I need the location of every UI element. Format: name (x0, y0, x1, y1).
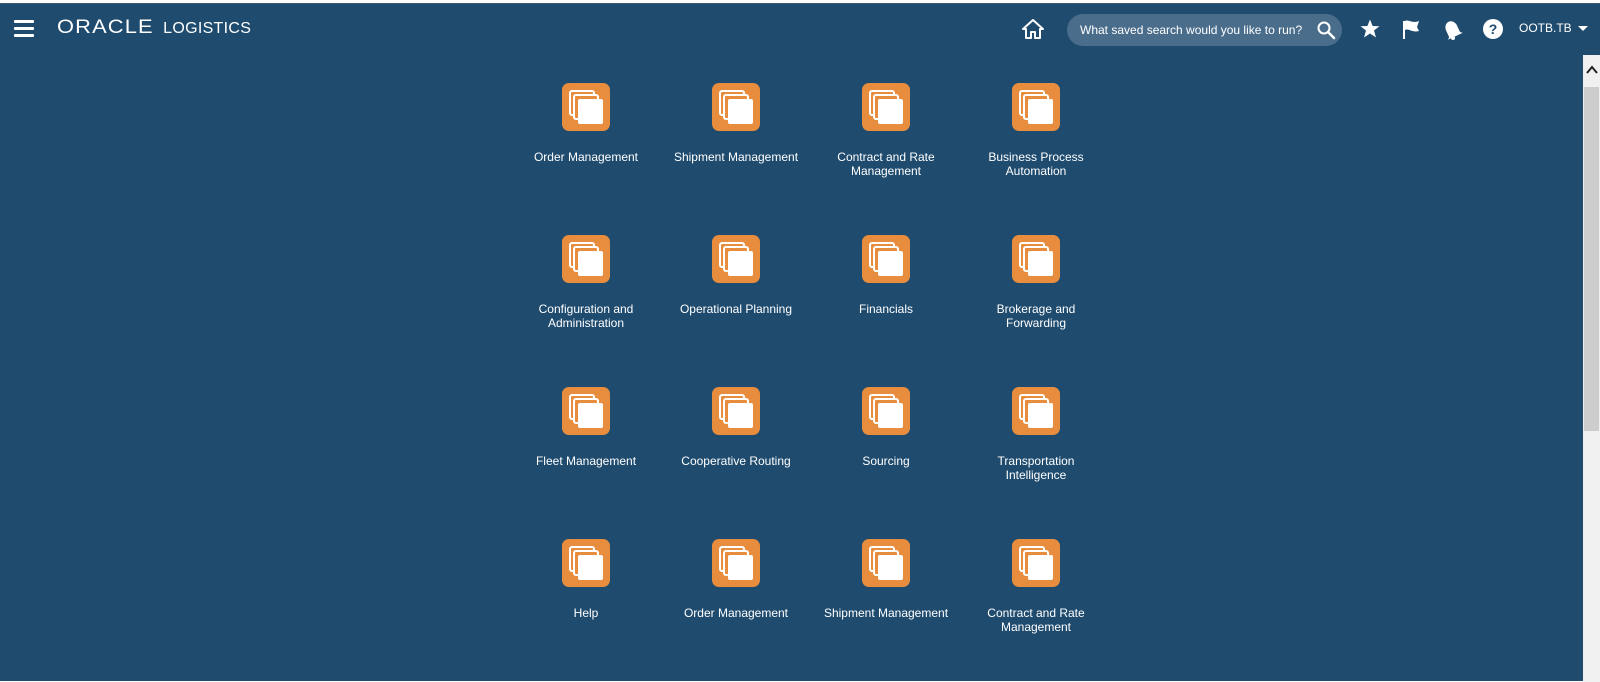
folder-stack-icon (562, 387, 610, 435)
tile-label: Sourcing (862, 454, 910, 468)
user-name: OOTB.TB (1519, 21, 1572, 35)
tile-label: Business Process Automation (988, 150, 1084, 178)
folder-stack-icon (1012, 83, 1060, 131)
nav-tile[interactable]: Fleet Management (521, 387, 651, 468)
tile-label: Operational Planning (679, 302, 793, 316)
global-header: ORACLE LOGISTICS What saved search would… (0, 4, 1600, 54)
folder-stack-icon (562, 83, 610, 131)
nav-tile[interactable]: Contract and Rate Management (971, 539, 1101, 634)
folder-stack-icon (712, 235, 760, 283)
svg-text:?: ? (1489, 21, 1498, 37)
nav-tile[interactable]: Shipment Management (821, 539, 951, 620)
oracle-logo: ORACLE (57, 17, 154, 38)
tile-label: Contract and Rate Management (987, 606, 1085, 634)
folder-stack-icon (1012, 539, 1060, 587)
brand: ORACLE LOGISTICS (57, 17, 251, 39)
vertical-scrollbar[interactable] (1583, 55, 1600, 682)
menu-icon[interactable] (14, 20, 34, 37)
nav-tile[interactable]: Business Process Automation (971, 83, 1101, 178)
search-icon[interactable] (1316, 20, 1336, 40)
tile-label: Brokerage and Forwarding (996, 302, 1076, 330)
nav-tile[interactable]: Brokerage and Forwarding (971, 235, 1101, 330)
nav-tile[interactable]: Operational Planning (671, 235, 801, 316)
tile-label: Financials (858, 302, 914, 316)
folder-stack-icon (562, 539, 610, 587)
tile-label: Order Management (533, 150, 639, 164)
nav-tile[interactable]: Order Management (521, 83, 651, 164)
app-window: ORACLE LOGISTICS What saved search would… (0, 3, 1600, 682)
folder-stack-icon (862, 539, 910, 587)
saved-search-field (1067, 14, 1342, 46)
folder-stack-icon (862, 83, 910, 131)
help-icon[interactable]: ? (1482, 18, 1504, 40)
folder-stack-icon (712, 83, 760, 131)
folder-stack-icon (862, 387, 910, 435)
tile-label: Transportation Intelligence (997, 454, 1075, 482)
nav-tile[interactable]: Financials (821, 235, 951, 316)
folder-stack-icon (712, 387, 760, 435)
chevron-down-icon (1577, 25, 1588, 31)
nav-tile[interactable]: Transportation Intelligence (971, 387, 1101, 482)
flag-icon[interactable] (1400, 18, 1422, 40)
folder-stack-icon (1012, 235, 1060, 283)
folder-stack-icon (712, 539, 760, 587)
tile-label: Contract and Rate Management (837, 150, 935, 178)
saved-search-input[interactable] (1067, 14, 1307, 46)
home-icon[interactable] (1022, 18, 1044, 40)
tile-label: Cooperative Routing (681, 454, 791, 468)
scrollbar-thumb[interactable] (1584, 87, 1599, 431)
scroll-up-icon[interactable] (1583, 55, 1600, 85)
nav-tile[interactable]: Sourcing (821, 387, 951, 468)
nav-tile[interactable]: Order Management (671, 539, 801, 620)
nav-tile[interactable]: Help (521, 539, 651, 620)
folder-stack-icon (1012, 387, 1060, 435)
folder-stack-icon (862, 235, 910, 283)
product-name: LOGISTICS (163, 20, 252, 37)
tile-label: Configuration and Administration (538, 302, 634, 330)
bell-icon[interactable] (1441, 18, 1463, 40)
tile-label: Help (573, 606, 599, 620)
tile-label: Shipment Management (823, 606, 949, 620)
tile-label: Shipment Management (673, 150, 799, 164)
folder-stack-icon (562, 235, 610, 283)
star-icon[interactable] (1359, 18, 1381, 40)
user-menu[interactable]: OOTB.TB (1519, 21, 1588, 35)
nav-tile[interactable]: Configuration and Administration (521, 235, 651, 330)
tile-label: Fleet Management (535, 454, 637, 468)
tile-label: Order Management (683, 606, 789, 620)
nav-tile[interactable]: Contract and Rate Management (821, 83, 951, 178)
nav-tile[interactable]: Cooperative Routing (671, 387, 801, 468)
nav-tile[interactable]: Shipment Management (671, 83, 801, 164)
